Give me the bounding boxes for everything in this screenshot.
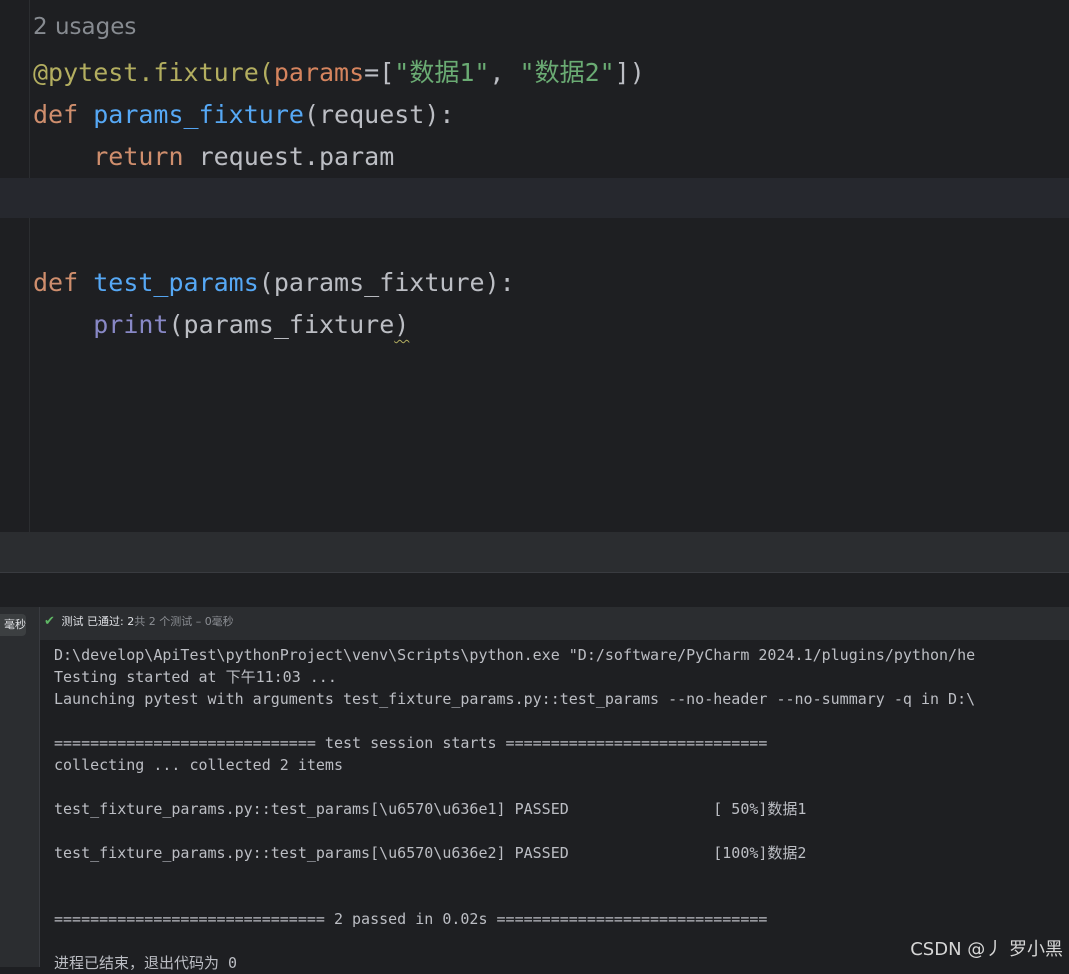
close-paren-warning[interactable]: ) [394,310,409,339]
code-line-def-fixture[interactable]: def params_fixture(request): [33,98,454,132]
editor-panel-separator[interactable] [0,532,1069,572]
close-token: ]) [614,58,645,87]
run-tool-window-header[interactable] [0,572,1069,608]
def-keyword: def [33,100,94,129]
equals-token: =[ [364,58,395,87]
console-line: test_fixture_params.py::test_params[\u65… [54,844,807,862]
decorator-token: @pytest.fixture [33,58,259,87]
gutter-divider [29,0,30,532]
return-expression: request.param [198,142,395,171]
status-detail: 共 2 个测试 – 0毫秒 [134,615,234,628]
code-line-def-test[interactable]: def test_params(params_fixture): [33,266,515,300]
def-keyword: def [33,268,94,297]
console-line: Testing started at 下午11:03 ... [54,668,337,686]
console-line: ============================= test sessi… [54,734,768,752]
code-line-print[interactable]: print(params_fixture) [33,308,409,342]
comma-token: , [489,58,520,87]
code-line-decorator[interactable]: @pytest.fixture(params=["数据1", "数据2"]) [33,56,645,90]
current-line-highlight [0,178,1069,218]
test-tree-strip[interactable]: 毫秒 [0,607,40,967]
function-name-params-fixture: params_fixture [93,100,304,129]
code-editor[interactable]: 2 usages @pytest.fixture(params=["数据1", … [0,0,1069,532]
signature-rest: (params_fixture): [258,268,515,297]
print-args: (params_fixture [168,310,395,339]
test-status-bar: ✔ 测试 已通过: 2共 2 个测试 – 0毫秒 [40,607,1069,640]
usages-hint[interactable]: 2 usages [33,14,136,40]
console-line: collecting ... collected 2 items [54,756,343,774]
console-line: test_fixture_params.py::test_params[\u65… [54,800,807,818]
console-line: Launching pytest with arguments test_fix… [54,690,976,708]
signature-rest: (request): [303,100,455,129]
string-token-2: "数据2" [519,58,615,87]
code-line-return[interactable]: return request.param [33,140,394,174]
console-line: ============================== 2 passed … [54,910,768,928]
watermark: CSDN @丿 罗小黑 [910,939,1063,960]
run-tool-window: 毫秒 ✔ 测试 已通过: 2共 2 个测试 – 0毫秒 D:\develop\A… [0,607,1069,972]
duration-chip[interactable]: 毫秒 [0,614,26,636]
param-name-token: params [273,58,365,87]
console-line: D:\develop\ApiTest\pythonProject\venv\Sc… [54,646,976,664]
console-output[interactable]: D:\develop\ApiTest\pythonProject\venv\Sc… [54,644,1069,974]
open-paren-token: ( [258,58,274,87]
check-icon: ✔ [44,614,55,629]
function-name-test-params: test_params [93,268,259,297]
return-keyword: return [93,142,199,171]
print-builtin: print [93,310,169,339]
status-label: 测试 已通过: [61,615,128,628]
string-token-1: "数据1" [394,58,490,87]
